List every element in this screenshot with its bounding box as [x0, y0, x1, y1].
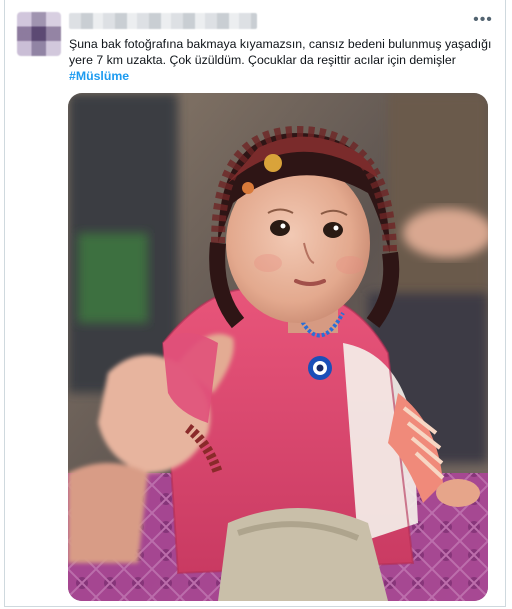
user-name-redacted[interactable] — [69, 13, 257, 29]
hashtag-link[interactable]: #Müslüme — [69, 68, 499, 84]
tweet-text: Şuna bak fotoğrafına bakmaya kıyamazsın,… — [69, 36, 499, 84]
child-photo-illustration — [68, 93, 488, 601]
tweet-text-line: Şuna bak fotoğrafına bakmaya kıyamazsın,… — [69, 37, 492, 51]
more-options-icon[interactable]: ••• — [473, 10, 493, 30]
tweet-photo[interactable] — [68, 93, 488, 601]
avatar[interactable] — [17, 12, 61, 56]
tweet-text-line: yere 7 km uzakta. Çok üzüldüm. Çocuklar … — [69, 53, 456, 67]
